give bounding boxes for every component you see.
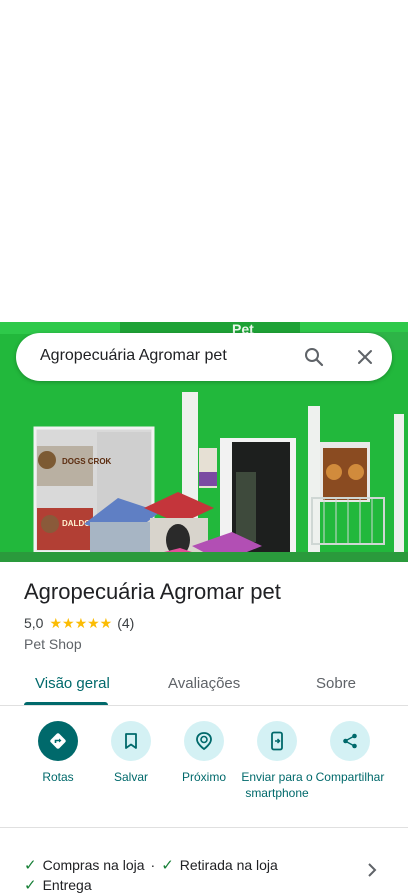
nearby-label: Próximo	[181, 770, 226, 784]
check-icon: ✓	[24, 857, 37, 874]
star-rating-icon: ★★★★★	[49, 614, 113, 631]
amenity-separator: ·	[150, 857, 156, 873]
amenities-row[interactable]: ✓ Compras na loja · ✓ Retirada na loja	[24, 856, 278, 874]
nearby-button[interactable]: Próximo	[162, 721, 246, 785]
close-icon[interactable]	[353, 345, 377, 369]
poster-1-text: DOGS CROK	[62, 457, 112, 466]
check-icon: ✓	[161, 857, 174, 874]
chevron-right-icon[interactable]	[364, 862, 380, 878]
amenity-delivery: Entrega	[42, 877, 92, 893]
nearby-icon	[184, 721, 224, 761]
save-label: Salvar	[113, 770, 148, 784]
tab-reviews[interactable]: Avaliações	[168, 675, 240, 692]
tab-overview[interactable]: Visão geral	[35, 675, 110, 692]
amenity-in-store-pickup: Retirada na loja	[179, 857, 278, 873]
directions-label: Rotas	[42, 770, 74, 784]
tab-about[interactable]: Sobre	[316, 675, 356, 692]
share-label: Compartilhar	[315, 770, 385, 784]
place-category: Pet Shop	[24, 636, 82, 652]
search-query[interactable]: Agropecuária Agromar pet	[40, 347, 227, 365]
search-icon[interactable]	[302, 345, 326, 369]
check-icon: ✓	[24, 877, 37, 894]
tabs-divider	[0, 705, 408, 706]
directions-button[interactable]: Rotas	[16, 721, 100, 785]
amenity-in-store-shopping: Compras na loja	[42, 857, 145, 873]
share-icon	[330, 721, 370, 761]
send-to-phone-label: Enviar para o smartphone	[241, 770, 313, 800]
search-bar[interactable]: Agropecuária Agromar pet	[16, 333, 392, 381]
rating-row[interactable]: 5,0 ★★★★★ (4)	[24, 614, 134, 632]
directions-icon	[38, 721, 78, 761]
amenities-row-2: ✓ Entrega	[24, 876, 92, 894]
actions-divider	[0, 827, 408, 828]
share-button[interactable]: Compartilhar	[308, 721, 392, 785]
review-count[interactable]: (4)	[117, 615, 134, 631]
blank-map-area	[0, 0, 408, 322]
save-button[interactable]: Salvar	[89, 721, 173, 785]
send-to-phone-button[interactable]: Enviar para o smartphone	[235, 721, 319, 801]
place-title: Agropecuária Agromar pet	[24, 579, 281, 604]
rating-value: 5,0	[24, 615, 44, 631]
send-to-phone-icon	[257, 721, 297, 761]
bookmark-icon	[111, 721, 151, 761]
